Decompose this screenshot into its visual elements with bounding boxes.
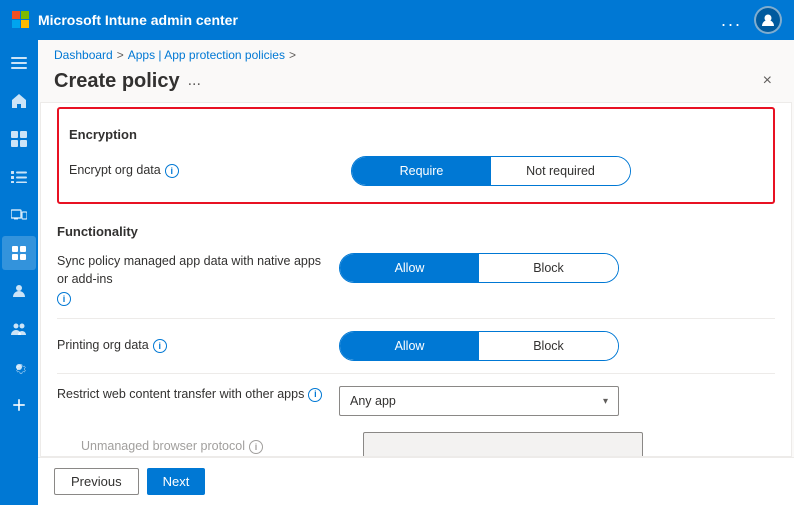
sidebar-item-groups[interactable] [2,312,36,346]
encrypt-org-data-label: Encrypt org data i [69,162,339,180]
unmanaged-browser-label: Unmanaged browser protocol i [81,438,351,456]
header-more-button[interactable]: ... [721,10,742,31]
restrict-web-dropdown[interactable]: Any app ▾ [339,386,619,416]
restrict-web-control: Any app ▾ [339,386,775,416]
printing-info-icon[interactable]: i [153,339,167,353]
breadcrumb-apps[interactable]: Apps | App protection policies [128,48,285,62]
breadcrumb-sep-2: > [289,48,296,62]
divider-1 [57,318,775,319]
printing-org-data-row: Printing org data i Allow Block [57,323,775,369]
encrypt-org-data-control: Require Not required [351,156,763,186]
sidebar-item-settings[interactable] [2,350,36,384]
restrict-web-info-icon[interactable]: i [308,388,322,402]
app-logo [12,11,30,29]
sidebar-item-apps[interactable] [2,236,36,270]
sync-toggle-group: Allow Block [339,253,619,283]
app-title: Microsoft Intune admin center [12,11,238,29]
panel-body: Encryption Encrypt org data i Require No… [40,102,792,457]
panel-footer: Previous Next [38,457,794,505]
app-header: Microsoft Intune admin center ... [0,0,794,40]
restrict-web-row: Restrict web content transfer with other… [57,378,775,424]
next-button[interactable]: Next [147,468,206,495]
unmanaged-browser-info-icon[interactable]: i [249,440,263,454]
printing-toggle-group: Allow Block [339,331,619,361]
encryption-section-header: Encryption [69,117,763,148]
restrict-web-chevron: ▾ [603,396,608,407]
encrypt-toggle-group: Require Not required [351,156,631,186]
printing-org-data-label: Printing org data i [57,337,327,355]
sync-block-button[interactable]: Block [479,254,618,282]
encrypt-require-button[interactable]: Require [352,157,491,185]
unmanaged-browser-row: Unmanaged browser protocol i [57,424,775,457]
page-header: Create policy ... × [38,66,794,102]
printing-control: Allow Block [339,331,775,361]
printing-block-button[interactable]: Block [479,332,618,360]
sync-policy-row: Sync policy managed app data with native… [57,245,775,314]
functionality-section-header: Functionality [57,214,775,245]
printing-allow-button[interactable]: Allow [340,332,479,360]
breadcrumb-dashboard[interactable]: Dashboard [54,48,113,62]
encrypt-org-data-info-icon[interactable]: i [165,164,179,178]
sidebar-item-devices[interactable] [2,198,36,232]
close-button[interactable]: × [757,68,778,94]
restrict-web-label: Restrict web content transfer with other… [57,386,327,404]
header-right: ... [721,6,782,34]
previous-button[interactable]: Previous [54,468,139,495]
unmanaged-browser-input[interactable] [363,432,643,457]
avatar[interactable] [754,6,782,34]
sync-policy-info-icon[interactable]: i [57,292,71,306]
sidebar-item-dashboard[interactable] [2,122,36,156]
sidebar-item-home[interactable] [2,84,36,118]
sidebar-item-list[interactable] [2,160,36,194]
unmanaged-browser-control [363,432,775,457]
page-title: Create policy [54,70,180,93]
encrypt-org-data-row: Encrypt org data i Require Not required [69,148,763,194]
sidebar [0,40,38,505]
main-content: Dashboard > Apps | App protection polici… [38,40,794,505]
sidebar-item-users[interactable] [2,274,36,308]
breadcrumb: Dashboard > Apps | App protection polici… [38,40,794,66]
encryption-section: Encryption Encrypt org data i Require No… [57,107,775,204]
sync-allow-button[interactable]: Allow [340,254,479,282]
encrypt-not-required-button[interactable]: Not required [491,157,630,185]
page-title-more[interactable]: ... [188,72,201,90]
sync-policy-control: Allow Block [339,253,775,283]
breadcrumb-sep-1: > [117,48,124,62]
sync-policy-label: Sync policy managed app data with native… [57,253,327,306]
app-layout: Dashboard > Apps | App protection polici… [0,40,794,505]
sidebar-item-cross[interactable] [2,388,36,422]
sidebar-item-expand[interactable] [2,46,36,80]
divider-2 [57,373,775,374]
